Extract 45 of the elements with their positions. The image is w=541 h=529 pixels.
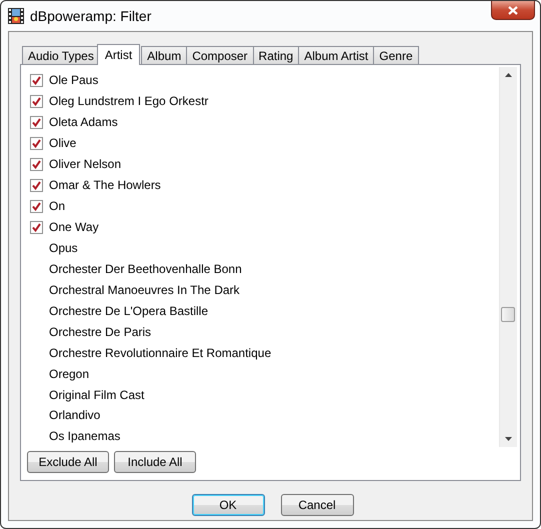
tab[interactable]: Audio Types [22,46,100,64]
checkbox[interactable] [30,178,43,192]
tab[interactable]: Album [141,46,188,64]
checkbox[interactable] [30,116,43,129]
close-button[interactable] [491,1,535,20]
list-item[interactable]: Ole Paus [49,73,98,88]
tab[interactable]: Artist [96,44,140,65]
scrollbar[interactable] [499,67,517,447]
tab[interactable]: Album Artist [298,46,374,64]
list-item[interactable]: Oleta Adams [49,115,118,130]
close-icon [508,6,518,14]
list-item[interactable]: Orchestre De L'Opera Bastille [49,304,208,318]
film-icon [8,8,24,24]
list-item[interactable]: Original Film Cast [49,388,144,402]
checkbox[interactable] [30,158,43,171]
up-arrow-icon [505,73,512,77]
list-item[interactable]: One Way [49,220,99,234]
checkbox[interactable] [30,136,43,150]
dialog-button[interactable]: OK [192,494,264,516]
tab[interactable]: Composer [186,46,254,64]
list-button[interactable]: Exclude All [27,451,109,473]
tab[interactable]: Genre [373,46,419,64]
checkbox[interactable] [30,74,43,87]
checkbox[interactable] [30,220,43,234]
list-item[interactable]: Oleg Lundstrem I Ego Orkestr [49,94,208,108]
scrollbar-thumb[interactable] [501,307,515,322]
list-item[interactable]: Olive [49,136,76,150]
tab[interactable]: Rating [252,46,300,64]
list-item[interactable]: On [49,199,66,214]
list-item[interactable]: Oliver Nelson [49,157,122,172]
list-item[interactable]: Omar & The Howlers [49,178,161,192]
list-item[interactable]: Orlandivo [49,408,100,422]
list-item[interactable]: Opus [49,240,78,255]
list-item[interactable]: Os Ipanemas [49,429,120,444]
list-item[interactable]: Orchestral Manoeuvres In The Dark [49,282,240,297]
list-button[interactable]: Include All [114,451,196,473]
checkbox[interactable] [30,94,43,108]
list-item[interactable]: Orchestre Revolutionnaire Et Romantique [49,346,272,360]
list-item[interactable]: Orchester Der Beethovenhalle Bonn [49,262,242,276]
dialog-button[interactable]: Cancel [280,494,354,516]
window-title: dBpoweramp: Filter [30,8,152,24]
list-item[interactable]: Orchestre De Paris [49,324,152,339]
down-arrow-icon [505,437,512,441]
list-item[interactable]: Oregon [49,366,90,381]
checkbox[interactable] [30,200,43,213]
